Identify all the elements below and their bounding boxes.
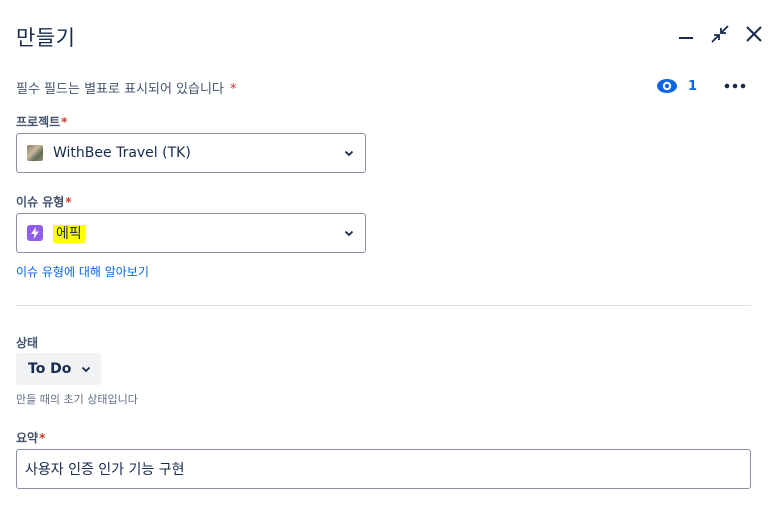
required-star: *	[230, 82, 237, 97]
issue-type-required-star: *	[65, 195, 72, 209]
required-note-text: 필수 필드는 별표로 표시되어 있습니다	[16, 82, 224, 97]
project-label: 프로젝트*	[16, 113, 67, 130]
eye-icon	[657, 79, 677, 93]
issue-type-select[interactable]: 에픽	[16, 213, 366, 253]
summary-input[interactable]	[16, 449, 751, 489]
issue-type-label-text: 이슈 유형	[16, 195, 65, 209]
collapse-button[interactable]	[708, 22, 732, 46]
chevron-down-icon	[344, 150, 354, 157]
summary-label: 요약*	[16, 429, 45, 446]
status-label: 상태	[16, 336, 39, 350]
more-icon	[724, 83, 746, 89]
status-value: To Do	[28, 361, 72, 377]
page-title: 만들기	[16, 26, 76, 50]
project-label-text: 프로젝트	[16, 115, 61, 129]
issue-type-label: 이슈 유형*	[16, 193, 72, 210]
project-avatar	[27, 145, 43, 161]
issue-type-value: 에픽	[53, 223, 85, 243]
minimize-icon	[679, 37, 693, 39]
epic-lightning-icon	[27, 225, 43, 241]
issue-type-value-text: 에픽	[53, 225, 85, 243]
watchers-count: 1	[688, 78, 698, 94]
project-select[interactable]: WithBee Travel (TK)	[16, 133, 366, 173]
learn-issue-types-link[interactable]: 이슈 유형에 대해 알아보기	[16, 263, 149, 280]
summary-required-star: *	[39, 431, 46, 445]
minimize-button[interactable]	[674, 22, 698, 46]
more-actions-button[interactable]	[722, 76, 748, 96]
chevron-down-icon	[82, 366, 91, 373]
chevron-down-icon	[344, 230, 354, 237]
close-button[interactable]	[742, 22, 766, 46]
watch-button[interactable]: 1	[656, 78, 697, 94]
required-fields-note: 필수 필드는 별표로 표시되어 있습니다 *	[16, 78, 237, 97]
summary-label-text: 요약	[16, 431, 39, 445]
section-divider	[16, 305, 751, 306]
status-helper-text: 만들 때의 초기 상태입니다	[16, 393, 138, 406]
project-required-star: *	[61, 115, 68, 129]
collapse-icon	[711, 25, 729, 43]
project-value: WithBee Travel (TK)	[53, 145, 191, 161]
close-icon	[746, 26, 762, 42]
status-dropdown-button[interactable]: To Do	[16, 353, 101, 385]
